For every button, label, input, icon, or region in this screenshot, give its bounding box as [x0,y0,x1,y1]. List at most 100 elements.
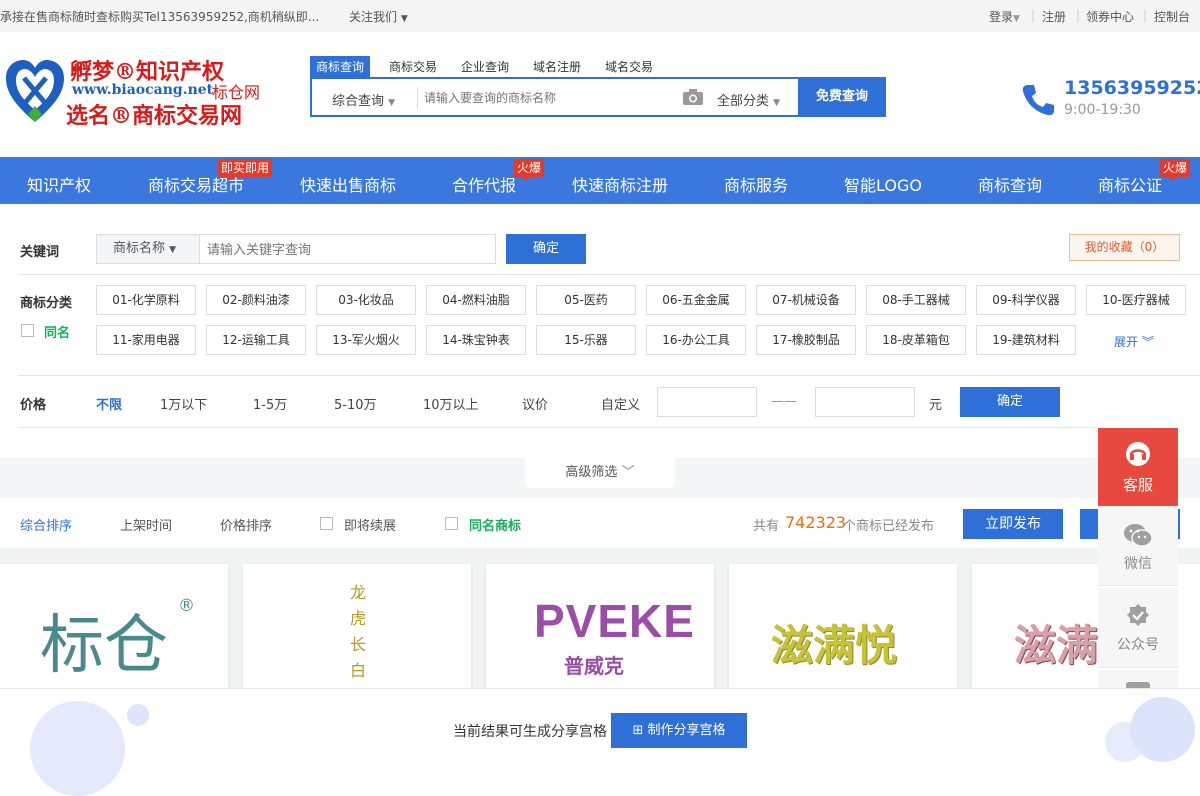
price-confirm-button[interactable]: 确定 [960,387,1060,417]
follow-us-link[interactable]: 关注我们 ▼ [349,8,408,25]
class-button[interactable]: 17-橡胶制品 [756,325,856,355]
trademark-card[interactable]: 龙 虎 长 白 山 [243,564,471,706]
grid-icon: ⊞ [632,723,644,738]
price-option[interactable]: 10万以上 [423,394,479,413]
card-logo-text: 滋满悦 [771,621,898,670]
trademark-card[interactable]: PVEKE 普威克 [486,564,714,694]
class-button[interactable]: 14-珠宝钟表 [426,325,526,355]
same-name-checkbox[interactable] [21,324,34,337]
class-button[interactable]: 06-五金金属 [646,285,746,315]
login-link[interactable]: 登录▼ [989,8,1020,25]
tab-trademark-search[interactable]: 商标查询 [310,56,371,78]
advanced-filter-toggle[interactable]: 高级筛选 ﹀ [525,458,675,488]
category-label: 全部分类 [717,94,770,109]
card-logo-text: 滋满 [1014,621,1099,670]
heart-logo-icon [6,60,64,122]
main-nav: 知识产权 商标交易超市 即买即用 快速出售商标 合作代报 火爆 快速商标注册 商标服… [0,157,1200,204]
logo-line3: 选名®商标交易网 [66,103,243,129]
class-button[interactable]: 12-运输工具 [206,325,306,355]
class-button[interactable]: 16-办公工具 [646,325,746,355]
class-label: 商标分类 [20,296,73,311]
same-name-tm-checkbox[interactable] [445,517,458,530]
make-share-grid-label: 制作分享宫格 [647,723,726,738]
class-button[interactable]: 04-燃料油脂 [426,285,526,315]
wechat-icon [1124,524,1153,547]
price-option[interactable]: 5-10万 [334,394,377,413]
expand-link[interactable]: 展开 ︾ [1114,333,1154,350]
class-button[interactable]: 05-医药 [536,285,636,315]
class-button[interactable]: 11-家用电器 [96,325,196,355]
class-button[interactable]: 13-军火烟火 [316,325,416,355]
nav-quick-register[interactable]: 快速商标注册 [572,172,668,196]
sort-price[interactable]: 价格排序 [220,515,272,534]
class-button[interactable]: 10-医疗器械 [1086,285,1186,315]
register-link[interactable]: 注册 [1042,8,1066,25]
chevron-down-icon: ▼ [1013,14,1020,24]
nav-partner-filing[interactable]: 合作代报 火爆 [452,159,545,196]
nav-ip[interactable]: 知识产权 [27,172,91,196]
publish-button[interactable]: 立即发布 [963,509,1063,539]
favorites-button[interactable]: 我的收藏（0） [1069,234,1180,261]
header: 孵梦®知识产权 www.biaocang.net 标仓网 选名®商标交易网 商标… [0,32,1200,157]
wechat-button[interactable]: 微信 [1098,506,1178,586]
tab-trademark-trade[interactable]: 商标交易 [383,56,443,78]
class-button[interactable]: 03-化妆品 [316,285,416,315]
class-button[interactable]: 15-乐器 [536,325,636,355]
class-button[interactable]: 19-建筑材料 [976,325,1076,355]
keyword-type-select[interactable]: 商标名称 ▼ [97,235,200,263]
keyword-confirm-button[interactable]: 确定 [506,234,586,264]
price-option-any[interactable]: 不限 [96,394,122,413]
coupon-center-link[interactable]: 领券中心 [1086,8,1134,25]
class-button[interactable]: 02-颜料油漆 [206,285,306,315]
free-search-button[interactable]: 免费查询 [798,77,886,117]
tab-domain-trade[interactable]: 域名交易 [599,56,659,78]
price-option[interactable]: 1-5万 [253,394,287,413]
make-share-grid-button[interactable]: ⊞ 制作分享宫格 [611,713,747,748]
phone-number: 13563959252 [1064,77,1200,99]
category-select[interactable]: 全部分类 ▼ [717,90,780,109]
nav-trademark-market[interactable]: 商标交易超市 即买即用 [148,159,273,196]
divider [18,375,1200,376]
double-chevron-down-icon: ︾ [1141,335,1154,349]
class-button[interactable]: 07-机械设备 [756,285,856,315]
trademark-card[interactable]: 滋满悦 [729,564,957,694]
nav-smart-logo[interactable]: 智能LOGO [844,172,922,196]
tab-company-search[interactable]: 企业查询 [455,56,515,78]
sort-default[interactable]: 综合排序 [20,515,72,534]
official-account-button[interactable]: 公众号 [1098,588,1178,668]
card-char: 白 [349,661,366,680]
card-char: 虎 [349,609,366,628]
class-button[interactable]: 08-手工器械 [866,285,966,315]
keyword-input[interactable] [207,238,487,260]
logo-line2: www.biaocang.net [72,82,214,98]
advanced-filter-strip: 高级筛选 ﹀ [0,458,1200,498]
keyword-box: 商标名称 ▼ [96,234,496,264]
nav-trademark-notary[interactable]: 商标公证 火爆 [1098,159,1191,196]
total-prefix: 共有 [753,519,780,534]
class-button[interactable]: 01-化学原料 [96,285,196,315]
renewal-checkbox[interactable] [320,517,333,530]
card-logo-text: PVEKE [534,595,695,647]
search-mode-select[interactable]: 综合查询 ▼ [332,90,395,109]
top-bar: 承接在售商标随时查标购买Tel13563959252,商机稍纵即... 关注我们… [0,0,1200,32]
search-input[interactable] [424,85,674,111]
console-link[interactable]: 控制台 [1154,8,1190,25]
class-button[interactable]: 18-皮革箱包 [866,325,966,355]
price-option[interactable]: 1万以下 [160,394,207,413]
tab-domain-register[interactable]: 域名注册 [527,56,587,78]
nav-quick-sell[interactable]: 快速出售商标 [300,172,396,196]
nav-trademark-query[interactable]: 商标查询 [978,172,1042,196]
caret-down-icon: ▼ [388,98,396,108]
expand-label: 展开 [1114,335,1139,349]
min-price-input[interactable] [657,387,757,417]
camera-icon[interactable] [682,88,704,106]
max-price-input[interactable] [815,387,915,417]
trademark-card[interactable]: 标仓 ® [0,564,228,694]
chevron-down-icon: ▼ [400,14,408,24]
nav-trademark-service[interactable]: 商标服务 [724,172,788,196]
customer-service-button[interactable]: 客服 [1098,428,1178,506]
sort-time[interactable]: 上架时间 [120,515,172,534]
class-button[interactable]: 09-科学仪器 [976,285,1076,315]
nav-badge-hot: 火爆 [514,159,545,181]
price-option[interactable]: 议价 [522,394,548,413]
